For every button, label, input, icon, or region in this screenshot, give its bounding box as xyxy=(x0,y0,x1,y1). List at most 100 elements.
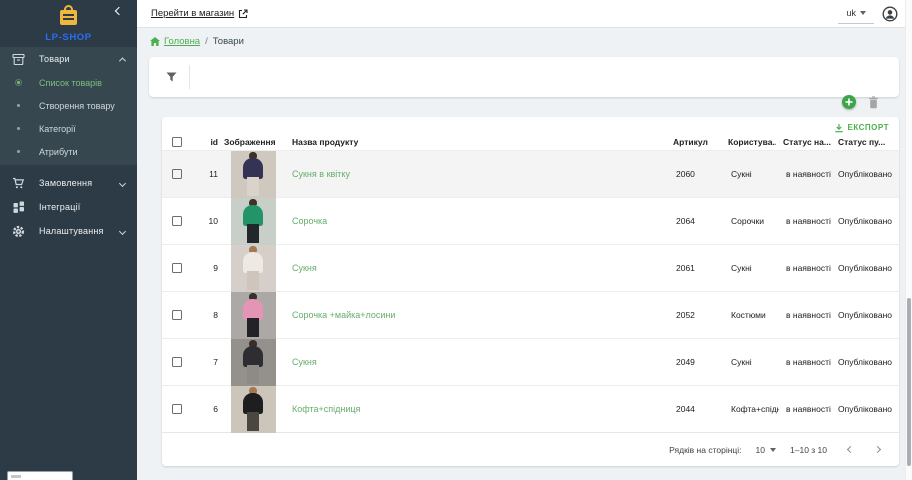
next-page-button[interactable] xyxy=(874,444,881,456)
main-area: Перейти в магазин uk xyxy=(137,0,912,480)
rows-per-page-value: 10 xyxy=(756,445,765,455)
cell-stock-status: в наявності xyxy=(779,216,831,226)
table-row[interactable]: 7 Сукня 2049 Сукні в наявності Опубліков… xyxy=(162,338,899,385)
language-value: uk xyxy=(846,8,856,18)
sidebar-item-label: Інтеграції xyxy=(39,202,125,212)
cell-category: Костюми xyxy=(724,310,779,320)
cell-publish-status: Опубліковано xyxy=(831,357,899,367)
product-thumbnail[interactable] xyxy=(231,245,276,292)
product-thumbnail[interactable] xyxy=(231,151,276,198)
product-name-link[interactable]: Кофта+спідниця xyxy=(292,404,360,414)
link-preview-tooltip xyxy=(7,471,73,480)
product-name-link[interactable]: Сорочка xyxy=(292,216,327,226)
sidebar-item-settings[interactable]: Налаштування xyxy=(0,219,137,243)
pagination-range: 1–10 з 10 xyxy=(790,445,827,455)
product-name-link[interactable]: Сукня xyxy=(292,263,317,273)
header-id[interactable]: id xyxy=(192,137,224,147)
delete-button[interactable] xyxy=(868,96,879,109)
header-publish-status[interactable]: Статус пу... xyxy=(831,137,899,147)
home-icon xyxy=(150,37,160,46)
table-toolbar: ЕКСПОРТ xyxy=(162,117,899,134)
cell-category: Сукні xyxy=(724,357,779,367)
header-sku[interactable]: Артикул xyxy=(663,137,721,147)
previous-page-button[interactable] xyxy=(847,444,854,456)
link-preview-text-stub xyxy=(11,475,21,478)
filter-button[interactable] xyxy=(166,72,177,83)
product-thumbnail[interactable] xyxy=(231,339,276,386)
select-all-checkbox[interactable] xyxy=(172,137,182,147)
cell-publish-status: Опубліковано xyxy=(831,169,899,179)
sidebar-item-categories[interactable]: Категорії xyxy=(0,117,137,140)
breadcrumb-home-link[interactable]: Головна xyxy=(150,36,200,47)
export-label: ЕКСПОРТ xyxy=(848,123,889,132)
cell-id: 11 xyxy=(192,169,224,179)
gear-icon xyxy=(12,225,25,238)
product-name-link[interactable]: Сорочка +майка+лосини xyxy=(292,310,395,320)
sidebar-item-create-product[interactable]: Створення товару xyxy=(0,94,137,117)
caret-down-icon xyxy=(860,11,866,15)
row-checkbox[interactable] xyxy=(172,404,182,414)
rows-per-page-label: Рядків на сторінці: xyxy=(669,445,741,455)
sidebar-item-label: Товари xyxy=(39,54,120,64)
vertical-scrollbar[interactable] xyxy=(905,0,912,480)
cell-publish-status: Опубліковано xyxy=(831,310,899,320)
table-row[interactable]: 11 Сукня в квітку 2060 Сукні в наявності… xyxy=(162,150,899,197)
go-to-store-link[interactable]: Перейти в магазин xyxy=(151,8,248,19)
table-row[interactable]: 8 Сорочка +майка+лосини 2052 Костюми в н… xyxy=(162,291,899,338)
table-row[interactable]: 6 Кофта+спідниця 2044 Кофта+спідниц в на… xyxy=(162,385,899,432)
header-category[interactable]: Користува... xyxy=(721,137,776,147)
export-button[interactable]: ЕКСПОРТ xyxy=(834,123,889,133)
cell-sku: 2064 xyxy=(666,216,724,226)
chevron-left-icon xyxy=(115,7,123,15)
account-button[interactable] xyxy=(882,6,898,22)
row-checkbox[interactable] xyxy=(172,216,182,226)
product-name-link[interactable]: Сукня в квітку xyxy=(292,169,350,179)
language-select[interactable]: uk xyxy=(846,8,866,20)
chevron-right-icon xyxy=(874,446,881,453)
cell-sku: 2061 xyxy=(666,263,724,273)
archive-box-icon xyxy=(12,53,25,66)
breadcrumb-home-label: Головна xyxy=(164,36,200,47)
sidebar-item-attributes[interactable]: Атрибути xyxy=(0,140,137,163)
product-thumbnail[interactable] xyxy=(231,198,276,245)
table-row[interactable]: 10 Сорочка 2064 Сорочки в наявності Опуб… xyxy=(162,197,899,244)
caret-down-icon xyxy=(770,448,776,452)
product-thumbnail[interactable] xyxy=(231,386,276,433)
sidebar-item-label: Налаштування xyxy=(39,226,120,236)
header-image: Зображення xyxy=(224,134,282,150)
row-checkbox[interactable] xyxy=(172,310,182,320)
sidebar-menu: Замовлення Інтеграції xyxy=(0,165,137,243)
sidebar-item-integrations[interactable]: Інтеграції xyxy=(0,195,137,219)
cell-category: Сукні xyxy=(724,169,779,179)
rows-per-page-select[interactable]: 10 xyxy=(756,445,776,455)
account-circle-icon xyxy=(882,6,898,22)
sidebar-subitem-label: Атрибути xyxy=(39,147,78,157)
cell-id: 10 xyxy=(192,216,224,226)
sidebar-subitem-label: Список товарів xyxy=(39,78,102,88)
row-checkbox[interactable] xyxy=(172,169,182,179)
row-checkbox[interactable] xyxy=(172,357,182,367)
header-name[interactable]: Назва продукту xyxy=(282,137,663,147)
header-stock-status[interactable]: Статус на... xyxy=(776,137,831,147)
table-row[interactable]: 9 Сукня 2061 Сукні в наявності Опубліков… xyxy=(162,244,899,291)
cell-id: 8 xyxy=(192,310,224,320)
shopping-cart-icon xyxy=(12,177,25,190)
cell-category: Сукні xyxy=(724,263,779,273)
sidebar-item-products[interactable]: Товари xyxy=(0,47,137,71)
sidebar-item-product-list[interactable]: Список товарів xyxy=(0,71,137,94)
sidebar-group-products: Товари Список товарів Створення товару К… xyxy=(0,47,137,165)
row-checkbox[interactable] xyxy=(172,263,182,273)
logo-text: LP-SHOP xyxy=(0,32,137,43)
add-product-button[interactable] xyxy=(842,95,856,109)
sidebar-collapse-button[interactable] xyxy=(113,5,125,17)
sidebar-subitem-label: Створення товару xyxy=(39,101,115,111)
sidebar-item-orders[interactable]: Замовлення xyxy=(0,171,137,195)
external-link-icon xyxy=(238,9,248,19)
scrollbar-thumb[interactable] xyxy=(907,298,911,466)
chevron-down-icon xyxy=(119,179,126,186)
breadcrumb: Головна / Товари xyxy=(137,28,912,54)
chevron-left-icon xyxy=(847,446,854,453)
cell-stock-status: в наявності xyxy=(779,357,831,367)
product-thumbnail[interactable] xyxy=(231,292,276,339)
product-name-link[interactable]: Сукня xyxy=(292,357,317,367)
